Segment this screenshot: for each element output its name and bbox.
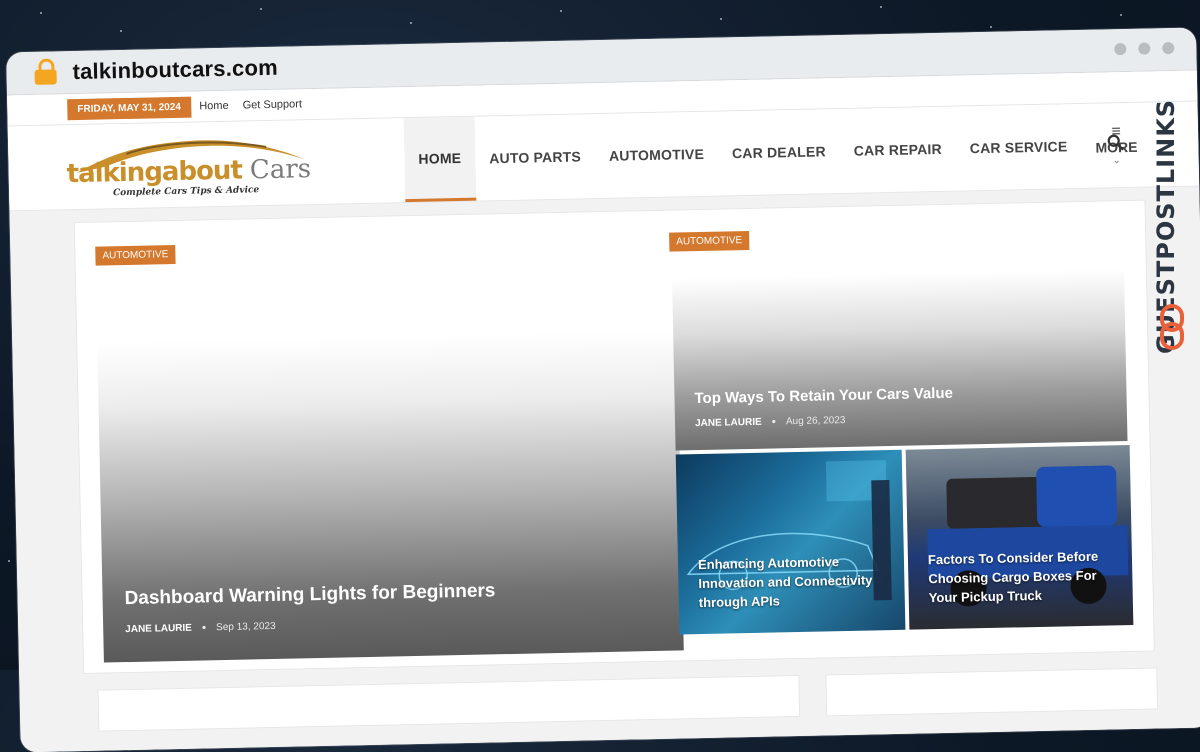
sidebar-column bbox=[825, 667, 1159, 717]
category-badge[interactable]: AUTOMOTIVE bbox=[95, 244, 176, 266]
top-link-get-support[interactable]: Get Support bbox=[243, 98, 303, 111]
site-logo[interactable]: talkingabout Cars Complete Cars Tips & A… bbox=[66, 132, 317, 201]
logo-text-b: Cars bbox=[249, 154, 312, 186]
post-thumbnail-apis[interactable]: Enhancing Automotive Innovation and Conn… bbox=[675, 449, 906, 635]
top-link-home[interactable]: Home bbox=[199, 100, 229, 113]
link-icon bbox=[1160, 304, 1184, 350]
post-author[interactable]: JANE LAURIE bbox=[695, 416, 762, 428]
category-badge[interactable]: AUTOMOTIVE bbox=[669, 230, 750, 252]
window-dot[interactable] bbox=[1162, 41, 1175, 55]
post-title[interactable]: Factors To Consider Before Choosing Carg… bbox=[928, 546, 1109, 607]
browser-window: talkinboutcars.com FRIDAY, MAY 31, 2024 … bbox=[6, 27, 1200, 752]
nav-item-car-service[interactable]: CAR SERVICE bbox=[955, 104, 1082, 191]
post-author[interactable]: JANE LAURIE bbox=[125, 622, 192, 634]
nav-item-home[interactable]: HOME bbox=[403, 116, 477, 203]
featured-grid: AUTOMOTIVE Dashboard Warning Lights for … bbox=[73, 199, 1155, 674]
date-badge: FRIDAY, MAY 31, 2024 bbox=[67, 96, 192, 121]
post-title[interactable]: Enhancing Automotive Innovation and Conn… bbox=[698, 551, 889, 612]
window-dot[interactable] bbox=[1114, 43, 1127, 56]
website-page: FRIDAY, MAY 31, 2024 Home Get Support ta… bbox=[7, 70, 1200, 752]
post-date: Aug 26, 2023 bbox=[785, 414, 846, 427]
nav-item-automotive[interactable]: AUTOMOTIVE bbox=[594, 112, 719, 199]
logo-wordmark: talkingabout Cars bbox=[66, 154, 311, 189]
featured-side-title[interactable]: Top Ways To Retain Your Cars Value bbox=[694, 385, 953, 407]
top-links: Home Get Support bbox=[199, 98, 302, 112]
window-dot[interactable] bbox=[1138, 42, 1151, 55]
featured-side-post[interactable]: AUTOMOTIVE Top Ways To Retain Your Cars … bbox=[669, 230, 1128, 451]
featured-main-post[interactable]: AUTOMOTIVE Dashboard Warning Lights for … bbox=[95, 240, 684, 663]
nav-item-car-repair[interactable]: CAR REPAIR bbox=[839, 107, 957, 193]
main-content: AUTOMOTIVE Dashboard Warning Lights for … bbox=[10, 189, 1200, 752]
logo-text-a: talkingabout bbox=[66, 155, 243, 190]
post-date: Sep 13, 2023 bbox=[215, 620, 276, 633]
nav-item-car-dealer[interactable]: CAR DEALER bbox=[717, 109, 841, 196]
search-icon[interactable] bbox=[1106, 133, 1124, 151]
bullet-separator: • bbox=[201, 620, 207, 635]
logo-tagline: Complete Cars Tips & Advice bbox=[112, 185, 260, 199]
post-thumbnail-cargo[interactable]: Factors To Consider Before Choosing Carg… bbox=[905, 445, 1134, 630]
post-meta: JANE LAURIE • Aug 26, 2023 bbox=[695, 413, 846, 430]
content-column bbox=[97, 674, 801, 732]
main-nav: HOME AUTO PARTS AUTOMOTIVE CAR DEALER CA… bbox=[403, 103, 1153, 203]
url-text[interactable]: talkinboutcars.com bbox=[72, 55, 278, 85]
chevron-down-icon: ⌄ bbox=[1112, 154, 1121, 165]
guestpostlinks-watermark: GUESTPOSTLINKS bbox=[1152, 54, 1192, 354]
featured-main-title[interactable]: Dashboard Warning Lights for Beginners bbox=[124, 580, 495, 610]
post-meta: JANE LAURIE • Sep 13, 2023 bbox=[125, 619, 276, 636]
lock-icon bbox=[34, 58, 57, 85]
nav-item-auto-parts[interactable]: AUTO PARTS bbox=[474, 114, 595, 200]
bullet-separator: • bbox=[771, 414, 777, 429]
